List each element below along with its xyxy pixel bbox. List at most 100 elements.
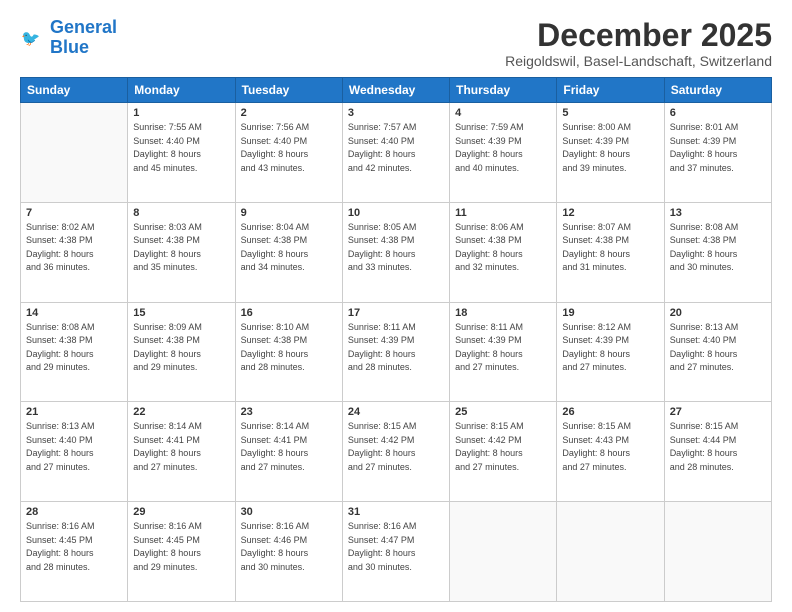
day-info: Sunrise: 8:02 AMSunset: 4:38 PMDaylight:… [26,221,122,275]
table-row: 8 Sunrise: 8:03 AMSunset: 4:38 PMDaylight… [128,202,235,302]
table-row: 16Sunrise: 8:10 AMSunset: 4:38 PMDayligh… [235,302,342,402]
day-number: 26 [562,406,658,418]
day-info: Sunrise: 8:05 AMSunset: 4:38 PMDaylight:… [348,221,444,275]
table-row: 7 Sunrise: 8:02 AMSunset: 4:38 PMDaylight… [21,202,128,302]
day-number: 15 [133,307,229,319]
day-info: Sunrise: 8:14 AMSunset: 4:41 PMDaylight:… [133,420,229,474]
day-number: 27 [670,406,766,418]
header: 🐦 General Blue December 2025 Reigoldswil… [20,18,772,69]
header-tuesday: Tuesday [235,78,342,103]
title-block: December 2025 Reigoldswil, Basel-Landsch… [505,18,772,69]
day-number: 25 [455,406,551,418]
day-info: Sunrise: 8:14 AMSunset: 4:41 PMDaylight:… [241,420,337,474]
day-info: Sunrise: 8:09 AMSunset: 4:38 PMDaylight:… [133,321,229,375]
table-row: 21Sunrise: 8:13 AMSunset: 4:40 PMDayligh… [21,402,128,502]
day-number: 4 [455,107,551,119]
table-row: 17 Sunrise: 8:11 AMSunset: 4:39 PMDayligh… [342,302,449,402]
day-info: Sunrise: 8:15 AMSunset: 4:42 PMDaylight:… [455,420,551,474]
day-number: 30 [241,506,337,518]
day-number: 13 [670,207,766,219]
logo-line2: Blue [50,38,117,58]
day-info: Sunrise: 7:56 AMSunset: 4:40 PMDaylight:… [241,121,337,175]
day-info: Sunrise: 8:16 AMSunset: 4:45 PMDaylight:… [133,520,229,574]
day-info: Sunrise: 8:07 AMSunset: 4:38 PMDaylight:… [562,221,658,275]
table-row: 27Sunrise: 8:15 AMSunset: 4:44 PMDayligh… [664,402,771,502]
day-info: Sunrise: 8:15 AMSunset: 4:43 PMDaylight:… [562,420,658,474]
table-row: 2 Sunrise: 7:56 AMSunset: 4:40 PMDaylight… [235,103,342,203]
day-number: 7 [26,207,122,219]
day-info: Sunrise: 8:11 AMSunset: 4:39 PMDaylight:… [455,321,551,375]
day-info: Sunrise: 7:59 AMSunset: 4:39 PMDaylight:… [455,121,551,175]
day-number: 29 [133,506,229,518]
day-info: Sunrise: 8:16 AMSunset: 4:47 PMDaylight:… [348,520,444,574]
table-row: 14 Sunrise: 8:08 AMSunset: 4:38 PMDayligh… [21,302,128,402]
day-number: 14 [26,307,122,319]
day-number: 12 [562,207,658,219]
header-thursday: Thursday [450,78,557,103]
day-number: 10 [348,207,444,219]
svg-text:🐦: 🐦 [21,30,40,47]
day-info: Sunrise: 8:15 AMSunset: 4:42 PMDaylight:… [348,420,444,474]
table-row [557,502,664,602]
day-info: Sunrise: 8:10 AMSunset: 4:38 PMDaylight:… [241,321,337,375]
day-number: 2 [241,107,337,119]
table-row: 20Sunrise: 8:13 AMSunset: 4:40 PMDayligh… [664,302,771,402]
table-row: 9Sunrise: 8:04 AMSunset: 4:38 PMDaylight… [235,202,342,302]
day-number: 19 [562,307,658,319]
location-subtitle: Reigoldswil, Basel-Landschaft, Switzerla… [505,53,772,69]
day-number: 18 [455,307,551,319]
header-wednesday: Wednesday [342,78,449,103]
day-number: 24 [348,406,444,418]
logo-icon: 🐦 [20,24,48,52]
table-row: 28Sunrise: 8:16 AMSunset: 4:45 PMDayligh… [21,502,128,602]
table-row: 6Sunrise: 8:01 AMSunset: 4:39 PMDaylight… [664,103,771,203]
table-row: 29 Sunrise: 8:16 AMSunset: 4:45 PMDayligh… [128,502,235,602]
day-number: 20 [670,307,766,319]
day-number: 11 [455,207,551,219]
table-row: 23Sunrise: 8:14 AMSunset: 4:41 PMDayligh… [235,402,342,502]
page: 🐦 General Blue December 2025 Reigoldswil… [0,0,792,612]
table-row: 25 Sunrise: 8:15 AMSunset: 4:42 PMDayligh… [450,402,557,502]
table-row [664,502,771,602]
table-row: 19 Sunrise: 8:12 AMSunset: 4:39 PMDayligh… [557,302,664,402]
calendar-table: Sunday Monday Tuesday Wednesday Thursday… [20,77,772,602]
table-row: 12 Sunrise: 8:07 AMSunset: 4:38 PMDayligh… [557,202,664,302]
table-row: 30 Sunrise: 8:16 AMSunset: 4:46 PMDayligh… [235,502,342,602]
header-saturday: Saturday [664,78,771,103]
header-friday: Friday [557,78,664,103]
table-row: 3 Sunrise: 7:57 AMSunset: 4:40 PMDaylight… [342,103,449,203]
header-sunday: Sunday [21,78,128,103]
day-info: Sunrise: 8:12 AMSunset: 4:39 PMDaylight:… [562,321,658,375]
day-number: 31 [348,506,444,518]
table-row: 13 Sunrise: 8:08 AMSunset: 4:38 PMDayligh… [664,202,771,302]
day-info: Sunrise: 8:04 AMSunset: 4:38 PMDaylight:… [241,221,337,275]
day-info: Sunrise: 8:03 AMSunset: 4:38 PMDaylight:… [133,221,229,275]
table-row: 11 Sunrise: 8:06 AMSunset: 4:38 PMDayligh… [450,202,557,302]
table-row: 22Sunrise: 8:14 AMSunset: 4:41 PMDayligh… [128,402,235,502]
day-info: Sunrise: 8:08 AMSunset: 4:38 PMDaylight:… [26,321,122,375]
month-title: December 2025 [505,18,772,53]
day-number: 8 [133,207,229,219]
day-info: Sunrise: 8:06 AMSunset: 4:38 PMDaylight:… [455,221,551,275]
day-number: 1 [133,107,229,119]
weekday-header-row: Sunday Monday Tuesday Wednesday Thursday… [21,78,772,103]
day-info: Sunrise: 8:11 AMSunset: 4:39 PMDaylight:… [348,321,444,375]
day-info: Sunrise: 8:01 AMSunset: 4:39 PMDaylight:… [670,121,766,175]
day-info: Sunrise: 8:16 AMSunset: 4:45 PMDaylight:… [26,520,122,574]
logo-line1: General [50,18,117,38]
day-info: Sunrise: 8:08 AMSunset: 4:38 PMDaylight:… [670,221,766,275]
table-row: 15 Sunrise: 8:09 AMSunset: 4:38 PMDayligh… [128,302,235,402]
day-info: Sunrise: 8:13 AMSunset: 4:40 PMDaylight:… [26,420,122,474]
day-info: Sunrise: 7:57 AMSunset: 4:40 PMDaylight:… [348,121,444,175]
day-info: Sunrise: 8:00 AMSunset: 4:39 PMDaylight:… [562,121,658,175]
table-row [21,103,128,203]
table-row: 31 Sunrise: 8:16 AMSunset: 4:47 PMDayligh… [342,502,449,602]
day-info: Sunrise: 8:16 AMSunset: 4:46 PMDaylight:… [241,520,337,574]
table-row: 18 Sunrise: 8:11 AMSunset: 4:39 PMDayligh… [450,302,557,402]
day-info: Sunrise: 7:55 AMSunset: 4:40 PMDaylight:… [133,121,229,175]
table-row: 24 Sunrise: 8:15 AMSunset: 4:42 PMDayligh… [342,402,449,502]
day-number: 17 [348,307,444,319]
table-row: 5Sunrise: 8:00 AMSunset: 4:39 PMDaylight… [557,103,664,203]
day-number: 3 [348,107,444,119]
table-row: 4 Sunrise: 7:59 AMSunset: 4:39 PMDaylight… [450,103,557,203]
